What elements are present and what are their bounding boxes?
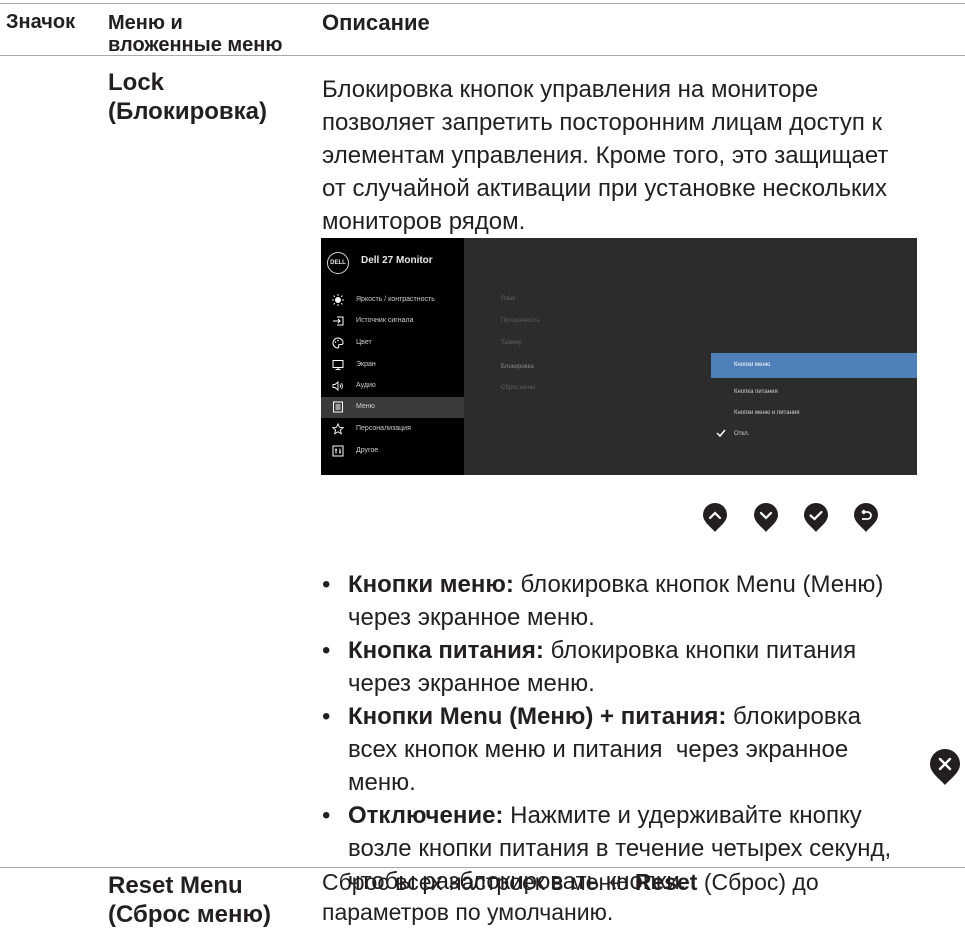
bullet-text: блокировка кнопки питания — [543, 637, 857, 664]
bullet-icon: • — [322, 637, 331, 664]
osd-sub-transparency[interactable]: Прозрачность — [501, 318, 540, 324]
bullet-text: всех кнопок меню и питания через экранно… — [348, 736, 849, 763]
reset-desc-line2: параметров по умолчанию. — [322, 899, 614, 925]
brightness-icon — [332, 294, 344, 306]
lock-description: Блокировка кнопок управления на мониторе… — [322, 73, 888, 238]
bullet-icon: • — [322, 703, 331, 730]
osd-option-menu-buttons[interactable]: Кнопки меню — [711, 353, 917, 378]
header-icon-column: Значок — [6, 11, 76, 33]
reset-title-line1: Reset Menu — [108, 872, 243, 899]
reset-desc-bold: Reset — [634, 869, 698, 895]
osd-title: Dell 27 Monitor — [361, 255, 433, 266]
check-icon[interactable] — [802, 503, 830, 533]
osd-item-label: Яркость / контрастность — [356, 296, 435, 303]
list-item: • Кнопки Menu (Меню) + питания: блокиров… — [322, 700, 962, 799]
osd-item-personalize[interactable]: Персонализация — [321, 419, 464, 440]
bullet-text: меню. — [348, 769, 416, 796]
palette-icon — [332, 337, 344, 349]
dell-logo: DELL — [327, 252, 349, 274]
osd-item-audio[interactable]: Аудио — [321, 376, 464, 397]
bullet-term: Отключение: — [348, 802, 504, 829]
lock-submenu-title: Lock (Блокировка) — [108, 68, 267, 126]
osd-sub-reset[interactable]: Сброс меню — [501, 385, 535, 391]
bullet-icon: • — [322, 802, 331, 829]
list-item: • Кнопки меню: блокировка кнопок Menu (М… — [322, 568, 962, 634]
up-icon[interactable] — [701, 503, 729, 533]
lock-title-line2: (Блокировка) — [108, 98, 268, 125]
reset-submenu-title: Reset Menu (Сброс меню) — [108, 871, 271, 929]
osd-item-label: Источник сигнала — [356, 317, 414, 324]
osd-item-label: Меню — [356, 403, 375, 410]
bullet-text: возле кнопки питания в течение четырех с… — [348, 835, 892, 862]
audio-icon — [332, 381, 343, 391]
osd-option-label: Откл. — [734, 431, 750, 437]
osd-item-brightness[interactable]: Яркость / контрастность — [321, 290, 464, 311]
osd-item-label: Другое — [356, 447, 379, 454]
osd-option-off[interactable]: Откл. — [711, 422, 917, 447]
lock-desc-line: позволяет запретить посторонним лицам до… — [322, 109, 883, 136]
lock-options-list: • Кнопки меню: блокировка кнопок Menu (М… — [322, 568, 962, 898]
osd-item-menu[interactable]: Меню — [321, 397, 464, 418]
back-icon[interactable] — [852, 503, 880, 533]
list-item: • Кнопка питания: блокировка кнопки пита… — [322, 634, 962, 700]
bullet-term: Кнопки меню: — [348, 571, 514, 598]
bullet-term: Кнопки Menu (Меню) + питания: — [348, 703, 727, 730]
bullet-icon: • — [322, 571, 331, 598]
reset-desc-text: Сброс всех настроек в меню — [322, 869, 635, 895]
bullet-term: Кнопка питания: — [348, 637, 544, 664]
bullet-text: через экранное меню. — [348, 670, 595, 697]
header-menu-column: Меню и вложенные меню — [108, 12, 282, 56]
osd-item-label: Экран — [356, 361, 376, 368]
other-icon — [332, 445, 344, 457]
bullet-text: через экранное меню. — [348, 604, 595, 631]
menu-icon — [333, 401, 343, 413]
lock-desc-line: элементам управления. Кроме того, это за… — [322, 142, 889, 169]
osd-sub-lock[interactable]: Блокировка — [501, 364, 534, 370]
osd-item-label: Цвет — [356, 339, 372, 346]
osd-sub-language[interactable]: Язык — [501, 296, 515, 302]
bullet-text: блокировка кнопок Menu (Меню) — [513, 571, 884, 598]
lock-desc-line: от случайной активации при установке нес… — [322, 175, 887, 202]
reset-title-line2: (Сброс меню) — [108, 901, 271, 928]
star-icon — [332, 423, 344, 435]
input-source-icon — [333, 316, 344, 326]
down-icon[interactable] — [752, 503, 780, 533]
lock-desc-line: Блокировка кнопок управления на мониторе — [322, 76, 819, 103]
header-menu-line1: Меню и — [108, 12, 183, 34]
reset-desc-line1: Сброс всех настроек в меню Reset (Сброс)… — [322, 867, 819, 897]
lock-desc-line: мониторов рядом. — [322, 208, 526, 235]
osd-sub-timer[interactable]: Таймер — [501, 340, 522, 346]
check-icon — [716, 429, 726, 438]
osd-option-label: Кнопки меню и питания — [734, 410, 800, 416]
osd-screenshot: DELL Dell 27 Monitor Яркость / контрастн… — [321, 238, 917, 475]
reset-description: Сброс всех настроек в меню Reset (Сброс)… — [322, 867, 819, 927]
osd-item-color[interactable]: Цвет — [321, 333, 464, 354]
osd-option-label: Кнопка питания — [734, 389, 778, 395]
osd-option-label: Кнопки меню — [734, 362, 771, 368]
close-icon — [930, 749, 960, 785]
osd-item-other[interactable]: Другое — [321, 441, 464, 462]
osd-main-menu: DELL Dell 27 Monitor Яркость / контрастн… — [321, 238, 464, 475]
osd-item-input-source[interactable]: Источник сигнала — [321, 311, 464, 332]
table-top-rule — [0, 3, 965, 4]
osd-item-display[interactable]: Экран — [321, 355, 464, 376]
header-menu-line2: вложенные меню — [108, 34, 283, 56]
lock-title-line1: Lock — [108, 69, 165, 96]
bullet-text: Нажмите и удерживайте кнопку — [503, 802, 862, 829]
osd-item-label: Аудио — [356, 382, 376, 389]
header-description-column: Описание — [322, 10, 430, 35]
bullet-text: блокировка — [726, 703, 862, 730]
reset-desc-text: (Сброс) до — [697, 869, 819, 895]
display-icon — [332, 360, 344, 370]
osd-item-label: Персонализация — [356, 425, 411, 432]
